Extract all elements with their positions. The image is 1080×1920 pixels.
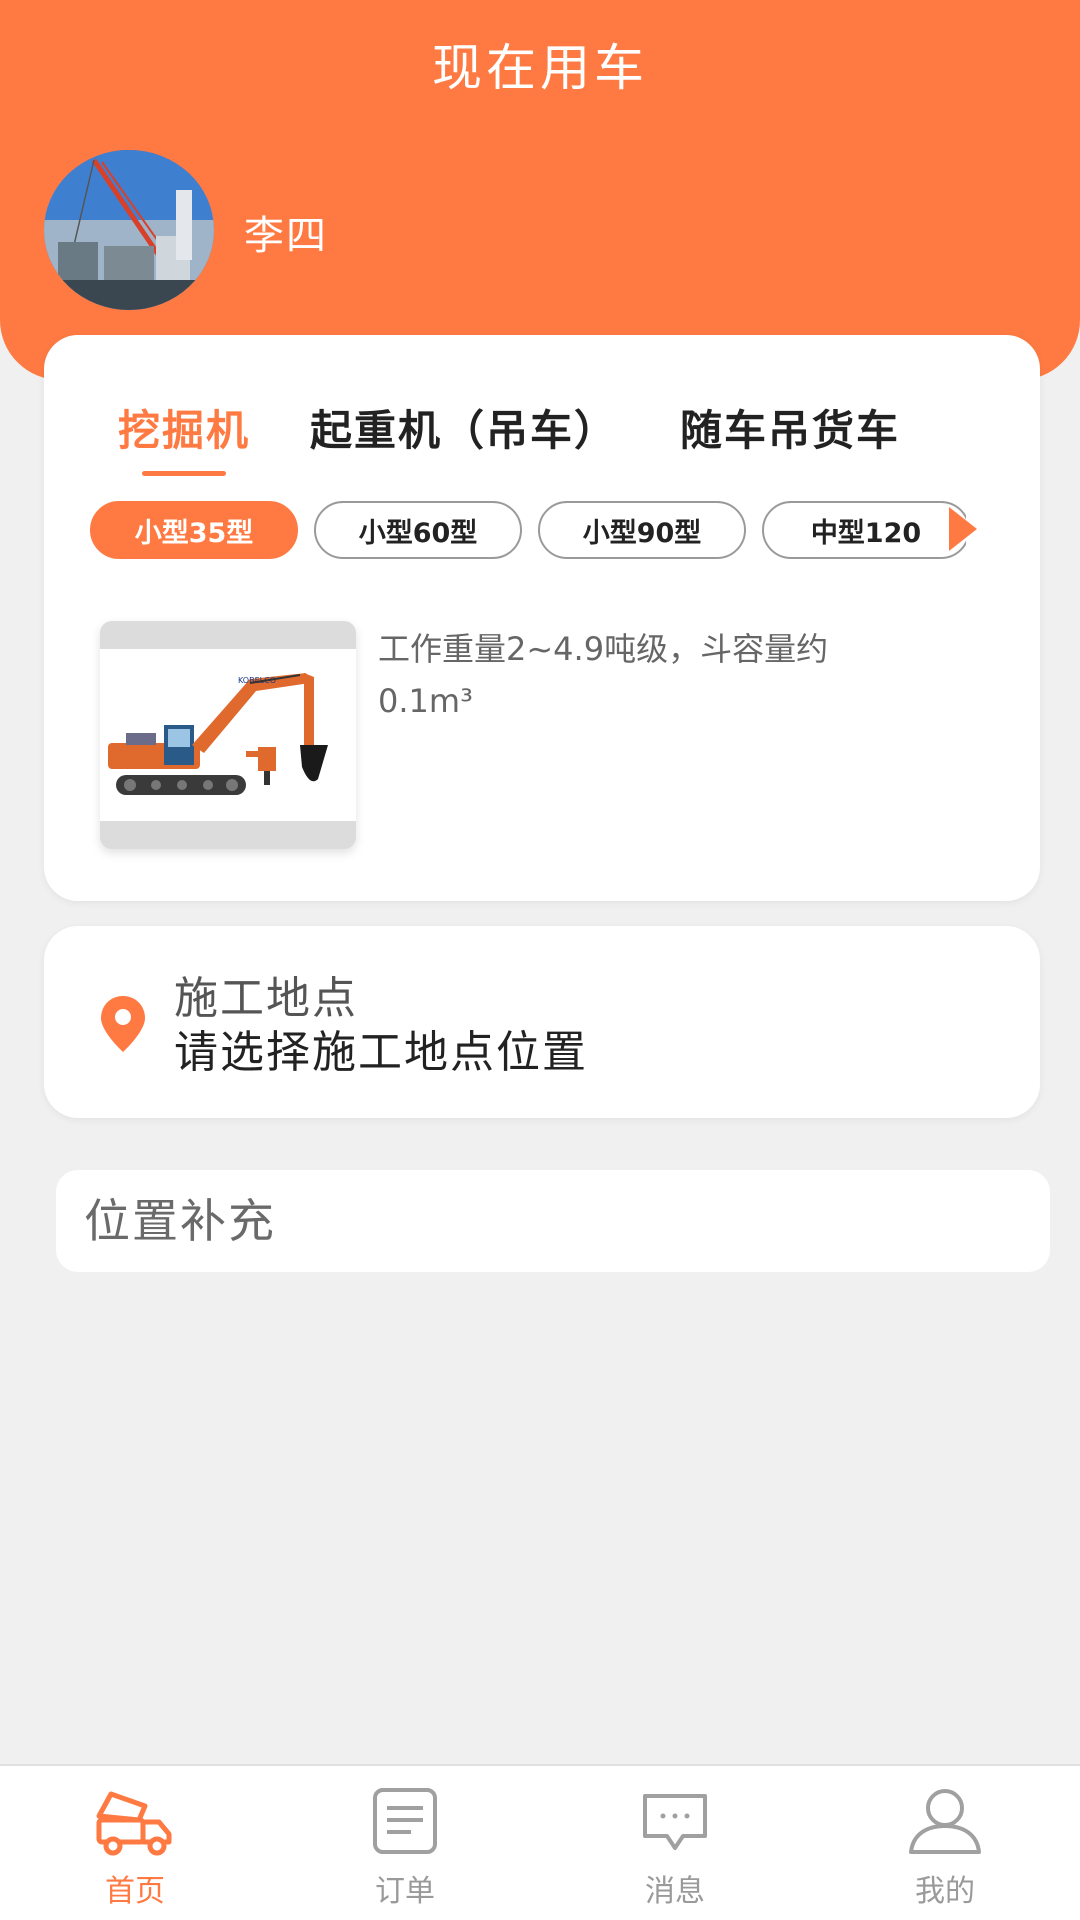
nav-profile-label: 我的 (915, 1874, 975, 1909)
machine-type-card: 挖掘机 起重机（吊车） 随车吊货车 小型35型 小型60型 小型90型 中型12… (44, 335, 1040, 901)
location-pin-icon (101, 996, 145, 1052)
active-tab-indicator (142, 471, 226, 476)
excavator-illustration: KOBELCO (108, 673, 328, 795)
app-screen: 现在用车 李四 挖掘机 起重机（吊车） 随车吊货车 小型35型 小型60型 小型… (0, 0, 1080, 1920)
nav-profile[interactable]: 我的 (810, 1766, 1080, 1920)
nav-orders-label: 订单 (375, 1874, 435, 1909)
location-card[interactable]: 施工地点 请选择施工地点位置 (44, 926, 1040, 1118)
document-icon (373, 1788, 437, 1854)
location-supplement-input[interactable] (56, 1170, 1050, 1272)
dump-truck-icon (96, 1791, 172, 1856)
excavator-image: KOBELCO (100, 621, 356, 849)
bottom-nav: 首页 订单 消息 我的 (0, 1764, 1080, 1920)
nav-messages[interactable]: 消息 (540, 1766, 810, 1920)
nav-home[interactable]: 首页 (0, 1766, 270, 1920)
tab-truck-crane[interactable]: 随车吊货车 (680, 397, 900, 458)
location-value: 请选择施工地点位置 (174, 1027, 588, 1078)
tab-crane[interactable]: 起重机（吊车） (310, 397, 618, 458)
size-chip-row: 小型35型 小型60型 小型90型 中型120 (90, 501, 966, 561)
machine-description-line1: 工作重量2~4.9吨级，斗容量约 (378, 630, 829, 668)
avatar-photo (44, 150, 214, 310)
user-name: 李四 (244, 213, 328, 259)
chip-small-60[interactable]: 小型60型 (314, 501, 522, 559)
tab-excavator[interactable]: 挖掘机 (118, 397, 250, 458)
nav-orders[interactable]: 订单 (270, 1766, 540, 1920)
chip-small-35[interactable]: 小型35型 (90, 501, 298, 559)
chip-medium-120[interactable]: 中型120 (762, 501, 966, 559)
chip-small-90[interactable]: 小型90型 (538, 501, 746, 559)
chat-bubble-icon (643, 1794, 707, 1850)
nav-messages-label: 消息 (645, 1874, 705, 1909)
scroll-right-arrow-icon[interactable] (949, 507, 977, 551)
user-icon (909, 1789, 981, 1854)
nav-home-label: 首页 (105, 1874, 165, 1909)
page-title: 现在用车 (432, 39, 648, 97)
avatar[interactable] (44, 150, 214, 310)
machine-description: 工作重量2~4.9吨级，斗容量约 0.1m³ (378, 623, 938, 727)
machine-description-line2: 0.1m³ (378, 682, 473, 720)
